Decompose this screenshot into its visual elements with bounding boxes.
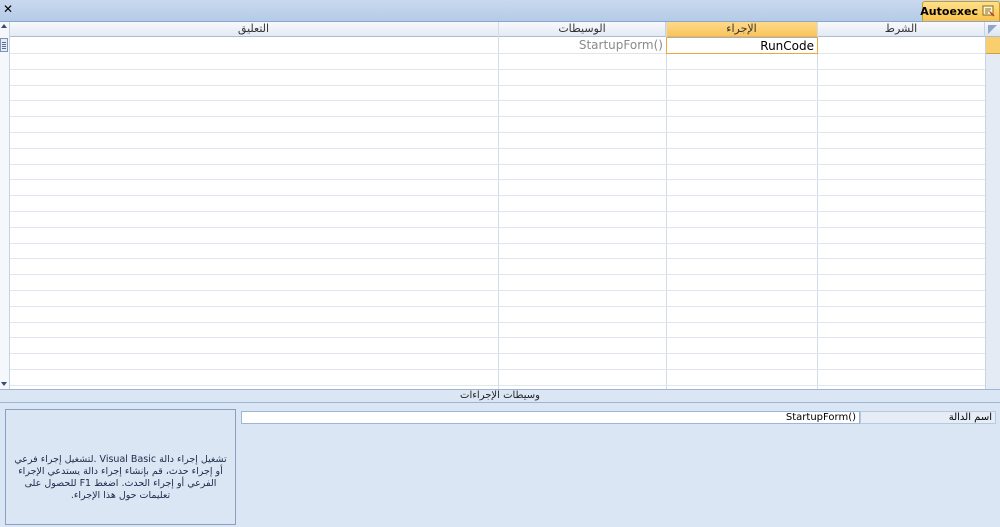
scroll-thumb[interactable] [0, 38, 8, 52]
tab-autoexec-label: Autoexec [920, 5, 978, 18]
grid-row-line [9, 100, 985, 101]
column-divider [666, 22, 667, 389]
column-header-action[interactable]: الإجراء [666, 22, 818, 37]
action-cell-runcode[interactable]: RunCode [666, 37, 818, 54]
column-divider [498, 22, 499, 389]
function-name-field[interactable]: StartupForm() [241, 411, 860, 424]
grid-row-line [9, 306, 985, 307]
document-tab-bar: ✕ Autoexec [0, 0, 1000, 22]
grid-row-line [9, 211, 985, 212]
grid-row-line [9, 179, 985, 180]
column-header-comment[interactable]: التعليق [9, 22, 499, 37]
vertical-scrollbar[interactable] [0, 22, 10, 389]
column-header-arguments[interactable]: الوسيطات [499, 22, 666, 37]
action-arguments-pane: StartupForm() اسم الدالة تشغيل إجراء دال… [0, 403, 1000, 527]
grid-row-line [9, 195, 985, 196]
grid-row-line [9, 148, 985, 149]
grid-row-line [9, 53, 985, 54]
macro-icon [982, 5, 995, 17]
grid-row-line [9, 132, 985, 133]
grid-row-line [9, 85, 985, 86]
tab-autoexec[interactable]: Autoexec [920, 1, 1000, 21]
row-selector-column[interactable] [985, 37, 1000, 389]
row-selector-current[interactable] [986, 37, 1000, 54]
grid-row-line [9, 337, 985, 338]
help-box: تشغيل إجراء دالة Visual Basic .لتشغيل إج… [5, 409, 236, 525]
column-divider [817, 22, 818, 389]
grid-row-line [9, 369, 985, 370]
select-all-corner[interactable] [985, 22, 1000, 37]
grid-row-line [9, 385, 985, 386]
grid-row-line [9, 290, 985, 291]
action-arguments-header: وسيطات الإجراءات [0, 389, 1000, 403]
grid-row-line [9, 353, 985, 354]
grid-row-line [9, 69, 985, 70]
grid-row-line [9, 322, 985, 323]
scroll-down-icon[interactable] [1, 382, 7, 386]
action-cell-value: RunCode [760, 39, 814, 53]
grid-row-line [9, 258, 985, 259]
grid-row-line [9, 274, 985, 275]
grid-row-line [9, 164, 985, 165]
close-icon[interactable]: ✕ [1, 2, 15, 16]
macro-design-grid: التعليق الوسيطات الإجراء الشرط StartupFo… [0, 22, 1000, 389]
help-text: تشغيل إجراء دالة Visual Basic .لتشغيل إج… [14, 454, 227, 501]
grid-row-line [9, 243, 985, 244]
corner-triangle-icon [988, 25, 997, 34]
grid-row-line [9, 227, 985, 228]
arguments-cell[interactable]: StartupForm() [500, 38, 663, 53]
grid-row-line [9, 116, 985, 117]
function-name-label: اسم الدالة [860, 411, 996, 424]
column-header-condition[interactable]: الشرط [818, 22, 985, 37]
scroll-up-icon[interactable] [1, 24, 7, 28]
